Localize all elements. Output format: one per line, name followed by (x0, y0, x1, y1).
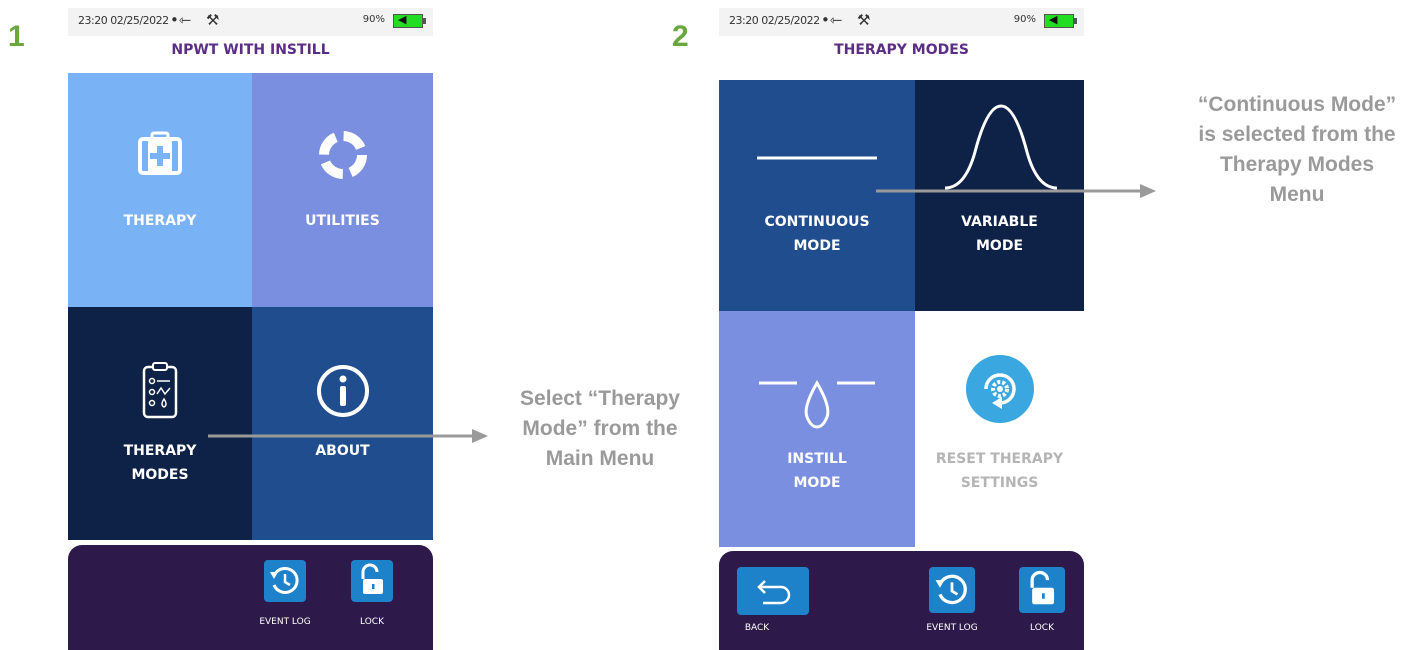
tile-therapy-label: THERAPY (123, 213, 197, 229)
tile-therapy-modes-label-2: MODES (131, 467, 189, 483)
callout-step-2: “Continuous Mode” is selected from the T… (1172, 90, 1422, 210)
step-number-2: 2 (672, 20, 689, 53)
tile-therapy-modes[interactable]: THERAPY MODES (68, 307, 252, 540)
tile-instill-mode[interactable]: INSTILL MODE (719, 311, 915, 547)
usb-icon: •⇽ (170, 11, 192, 29)
pointer-arrow-2 (876, 184, 1156, 198)
tile-instill-label-1: INSTILL (787, 451, 847, 467)
tile-reset-label-1: RESET THERAPY (935, 451, 1064, 467)
callout-2-line-3: Therapy Modes (1219, 153, 1375, 176)
callout-2-line-1: “Continuous Mode” (1197, 93, 1397, 116)
battery-icon: ◀ (393, 13, 426, 28)
battery-percent: 90% (362, 14, 385, 25)
lock-label: LOCK (1030, 623, 1054, 633)
tile-instill-label-2: MODE (793, 475, 841, 491)
battery-percent: 90% (1013, 14, 1036, 25)
page-title: NPWT WITH INSTILL (171, 42, 330, 58)
tile-continuous-label-2: MODE (793, 238, 841, 254)
status-datetime: 23:20 02/25/2022 (78, 14, 169, 27)
status-bar: 23:20 02/25/2022 •⇽ ⚒ 90% ◀ (68, 8, 433, 36)
event-log-button[interactable] (929, 567, 975, 613)
history-icon (935, 574, 967, 605)
tile-therapy[interactable]: THERAPY (68, 73, 252, 307)
lock-button[interactable] (351, 560, 393, 602)
event-log-label: EVENT LOG (259, 617, 311, 627)
screen-main-menu: 23:20 02/25/2022 •⇽ ⚒ 90% ◀ NPWT WITH IN… (68, 8, 433, 650)
droplet-icon (719, 369, 915, 433)
step-number-1: 1 (8, 20, 25, 53)
tile-utilities-label: UTILITIES (305, 213, 380, 229)
event-log-button[interactable] (264, 560, 306, 602)
callout-1-line-2: Mode” from the (522, 417, 678, 440)
status-bar: 23:20 02/25/2022 •⇽ ⚒ 90% ◀ (719, 8, 1084, 36)
back-label: BACK (744, 623, 770, 633)
screen-therapy-modes: 23:20 02/25/2022 •⇽ ⚒ 90% ◀ THERAPY MODE… (719, 8, 1084, 650)
unlock-icon (361, 563, 383, 594)
tile-variable-label-1: VARIABLE (961, 214, 1038, 230)
tile-about[interactable]: ABOUT (252, 307, 433, 540)
tile-reset-label-2: SETTINGS (960, 475, 1039, 491)
first-aid-kit-icon (68, 131, 252, 179)
callout-2-line-4: Menu (1269, 183, 1325, 206)
usb-icon: •⇽ (821, 11, 843, 29)
battery-icon: ◀ (1044, 13, 1077, 28)
callout-2-line-2: is selected from the (1198, 123, 1396, 146)
callout-1-line-3: Main Menu (545, 447, 655, 470)
back-arrow-icon (757, 580, 791, 605)
bottom-bar: EVENT LOG LOCK (68, 545, 433, 650)
tile-utilities[interactable]: UTILITIES (252, 73, 433, 307)
wave-icon (915, 102, 1084, 196)
lock-label: LOCK (360, 617, 384, 627)
callout-step-1: Select “Therapy Mode” from the Main Menu (490, 384, 710, 474)
wrench-icon: ⚒ (206, 11, 220, 29)
callout-1-line-1: Select “Therapy (520, 387, 680, 410)
lock-button[interactable] (1019, 567, 1065, 613)
flat-line-icon (719, 148, 915, 167)
wrench-icon: ⚒ (857, 11, 871, 29)
tile-reset-therapy-settings[interactable]: RESET THERAPY SETTINGS (915, 311, 1084, 547)
back-button[interactable] (737, 567, 809, 615)
lifebuoy-icon (252, 129, 433, 185)
tile-variable-label-2: MODE (975, 238, 1024, 254)
tile-continuous-label-1: CONTINUOUS (764, 214, 870, 230)
status-datetime: 23:20 02/25/2022 (729, 14, 820, 27)
event-log-label: EVENT LOG (926, 623, 978, 633)
reset-gear-icon (915, 353, 1084, 429)
pointer-arrow-1 (208, 429, 488, 443)
history-icon (270, 566, 299, 594)
bottom-bar: BACK EVENT LOG LOCK (719, 551, 1084, 650)
clipboard-icon (68, 361, 252, 425)
unlock-icon (1030, 570, 1055, 605)
page-title: THERAPY MODES (834, 42, 969, 58)
info-icon (252, 363, 433, 423)
